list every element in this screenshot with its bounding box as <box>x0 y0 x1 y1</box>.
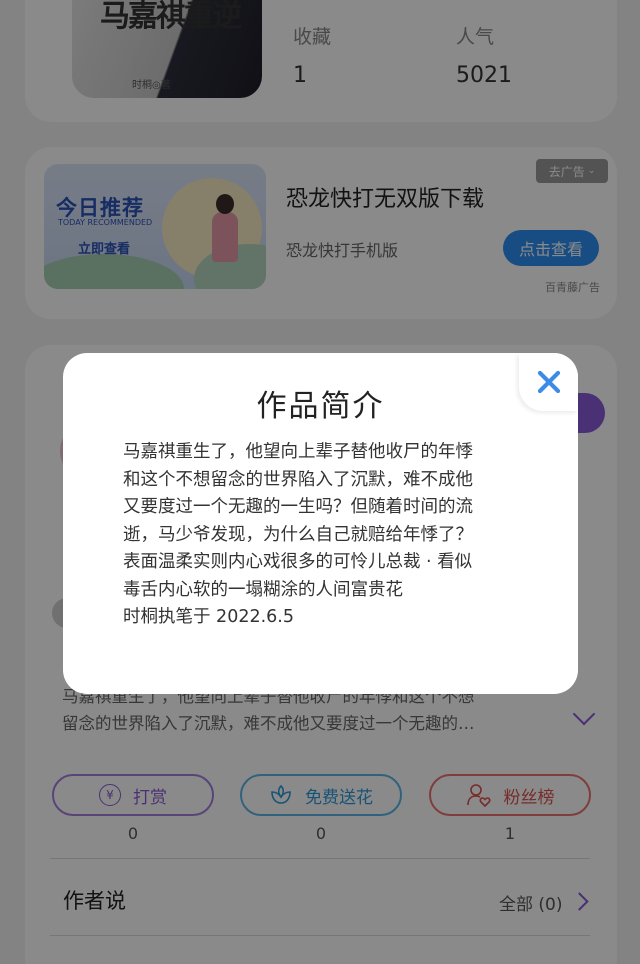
synopsis-line: 又要度过一个无趣的一生吗？但随着时间的流 <box>123 497 473 517</box>
synopsis-line: 表面温柔实则内心戏很多的可怜儿总裁 · 看似 <box>123 552 473 572</box>
synopsis-line: 毒舌内心软的一塌糊涂的人间富贵花 <box>123 579 403 600</box>
close-icon <box>537 370 560 394</box>
synopsis-line: 和这个不想留念的世界陷入了沉默，难不成他 <box>123 469 473 490</box>
modal-title: 作品简介 <box>256 389 385 424</box>
modal-close-button[interactable] <box>519 353 578 411</box>
synopsis-line: 马嘉祺重生了，他望向上辈子替他收尸的年悸 <box>123 442 473 462</box>
synopsis-line: 逝，马少爷发现，为什么自己就赔给年悸了？ <box>123 524 473 545</box>
synopsis-line: 时桐执笔于 2022.6.5 <box>123 607 294 627</box>
synopsis-modal: 作品简介 马嘉祺重生了，他望向上辈子替他收尸的年悸 和这个不想留念的世界陷入了沉… <box>63 353 578 694</box>
synopsis-text: 马嘉祺重生了，他望向上辈子替他收尸的年悸 和这个不想留念的世界陷入了沉默，难不成… <box>123 439 523 632</box>
